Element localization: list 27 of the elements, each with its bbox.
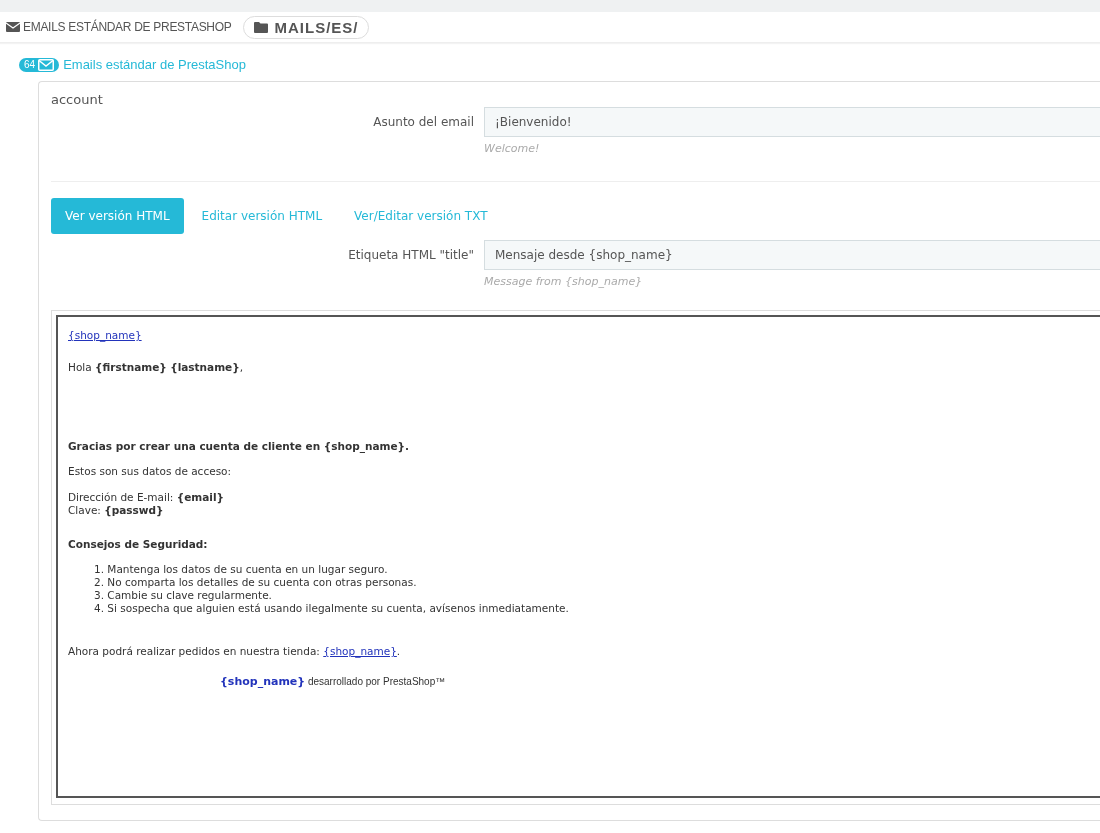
greeting-text: Hola {firstname} {lastname}, — [68, 361, 245, 374]
field-hint: Welcome! — [484, 142, 541, 155]
tips-title: Consejos de Seguridad: — [68, 538, 209, 551]
shop-link[interactable]: {shop_name} — [323, 645, 397, 657]
heading-text: Gracias por crear una cuenta de cliente en {shop_name}. — [68, 440, 411, 453]
tip-item: 4. Si sospecha que alguien está usando ilegalmente su cuenta, avísenos inmediatamente. — [94, 602, 570, 615]
field-label: Asunto del email — [372, 114, 475, 131]
shop-link[interactable]: {shop_name} — [68, 329, 142, 341]
credential-line: Dirección de E-mail: {email} — [68, 491, 225, 504]
template-name: account — [51, 92, 104, 107]
folder-icon — [254, 21, 269, 33]
subject-field[interactable]: ¡Bienvenido! — [484, 107, 1100, 137]
title-field[interactable]: Mensaje desde {shop_name} — [484, 240, 1100, 270]
intro-text: Estos son sus datos de acceso: — [68, 465, 233, 478]
tip-item: 1. Mantenga los datos de su cuenta en un lugar seguro. — [94, 563, 389, 576]
field-label: Etiqueta HTML "title" — [347, 247, 475, 264]
credential-line: Clave: {passwd} — [68, 504, 165, 517]
envelope-icon — [38, 58, 55, 71]
envelope-icon — [6, 22, 20, 32]
closing-text: Ahora podrá realizar pedidos en nuestra tienda: {shop_name}. — [68, 645, 402, 658]
path-text: MAILS/ES/ — [274, 18, 359, 36]
count-text: 64 — [24, 59, 36, 70]
tip-item: 3. Cambie su clave regularmente. — [94, 589, 273, 602]
panel-title: EMAILS ESTÁNDAR DE PRESTASHOP — [23, 20, 232, 34]
field-hint: Message from {shop_name} — [484, 275, 644, 288]
tip-item: 2. No comparta los detalles de su cuenta con otras personas. — [94, 576, 418, 589]
footer-text: {shop_name} desarrollado por PrestaShop™ — [220, 675, 447, 688]
